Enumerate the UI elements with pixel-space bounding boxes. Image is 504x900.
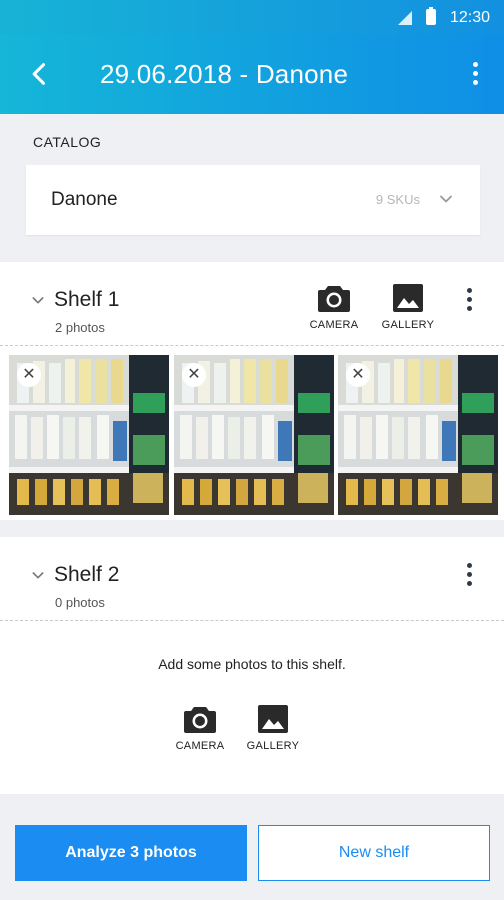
- shelf-photo-3[interactable]: ✕: [338, 355, 498, 515]
- shelf-title: Shelf 1: [54, 288, 120, 311]
- chevron-down-icon[interactable]: [30, 567, 46, 583]
- shelf-photo-count: 2 photos: [55, 320, 105, 335]
- catalog-name: Danone: [51, 189, 118, 210]
- remove-photo-button[interactable]: ✕: [17, 363, 41, 387]
- shelf-photo-count: 0 photos: [55, 595, 105, 610]
- status-time: 12:30: [449, 9, 490, 26]
- signal-icon: [398, 11, 412, 25]
- remove-photo-button[interactable]: ✕: [182, 363, 206, 387]
- more-vert-icon[interactable]: [464, 287, 476, 313]
- camera-label: CAMERA: [309, 319, 359, 331]
- battery-icon: [426, 7, 436, 25]
- chevron-down-icon[interactable]: [30, 292, 46, 308]
- close-icon: ✕: [187, 366, 201, 383]
- catalog-section-label: CATALOG: [33, 134, 102, 150]
- camera-label: CAMERA: [175, 740, 225, 752]
- remove-photo-button[interactable]: ✕: [346, 363, 370, 387]
- app-bar: 29.06.2018 - Danone: [0, 34, 504, 114]
- gallery-button[interactable]: GALLERY: [242, 704, 304, 752]
- status-bar: 12:30: [0, 0, 504, 34]
- divider: [0, 620, 504, 621]
- divider: [0, 345, 504, 346]
- chevron-down-icon: [440, 195, 452, 203]
- analyze-photos-button[interactable]: Analyze 3 photos: [15, 825, 247, 881]
- camera-button[interactable]: CAMERA: [306, 283, 362, 331]
- gallery-icon: [258, 705, 288, 733]
- gallery-label: GALLERY: [246, 740, 300, 752]
- camera-button[interactable]: CAMERA: [170, 704, 230, 752]
- gallery-button[interactable]: GALLERY: [378, 283, 438, 331]
- close-icon: ✕: [351, 366, 365, 383]
- back-arrow-icon[interactable]: [26, 60, 54, 88]
- close-icon: ✕: [22, 366, 36, 383]
- camera-icon: [318, 286, 350, 312]
- catalog-select[interactable]: Danone 9 SKUs: [26, 165, 480, 235]
- shelf-photo-1[interactable]: ✕: [9, 355, 169, 515]
- gallery-icon: [393, 284, 423, 312]
- more-vert-icon[interactable]: [464, 562, 476, 588]
- new-shelf-button[interactable]: New shelf: [258, 825, 490, 881]
- shelf-title: Shelf 2: [54, 563, 120, 586]
- shelf-photo-2[interactable]: ✕: [174, 355, 334, 515]
- more-vert-icon[interactable]: [470, 60, 482, 88]
- empty-shelf-message: Add some photos to this shelf.: [158, 656, 346, 672]
- catalog-sku-count: 9 SKUs: [375, 192, 420, 207]
- page-title: 29.06.2018 - Danone: [100, 59, 349, 89]
- gallery-label: GALLERY: [381, 319, 435, 331]
- camera-icon: [184, 707, 216, 733]
